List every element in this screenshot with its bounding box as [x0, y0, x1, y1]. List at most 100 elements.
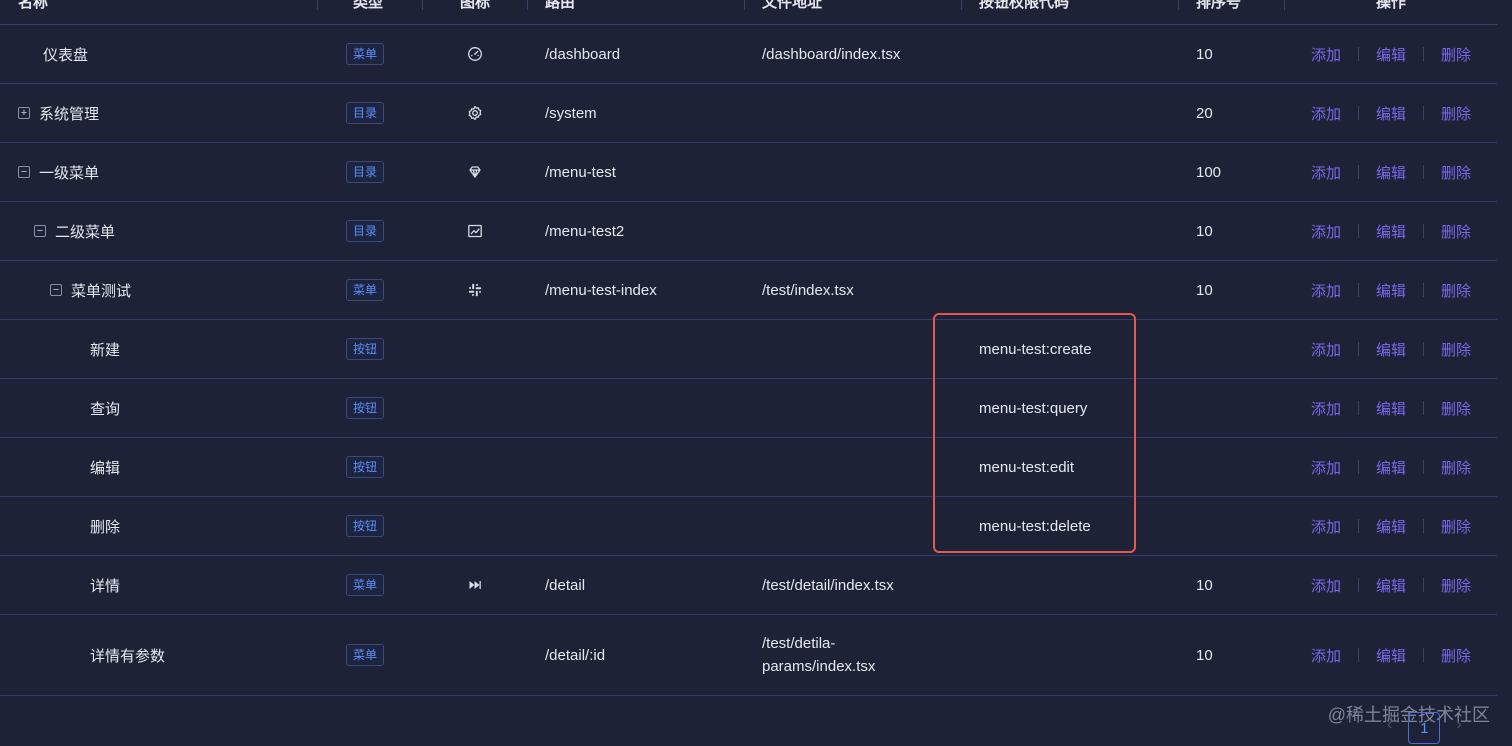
- file-cell: [762, 320, 962, 378]
- type-tag: 目录: [346, 161, 385, 183]
- permission-cell: menu-test:edit: [979, 458, 1075, 476]
- add-button[interactable]: 添加: [1311, 398, 1341, 419]
- col-route-header: 路由: [545, 0, 576, 11]
- edit-button[interactable]: 编辑: [1376, 457, 1406, 478]
- add-button[interactable]: 添加: [1311, 516, 1341, 537]
- action-divider: [1423, 342, 1425, 356]
- table-row: 仪表盘 菜单 /dashboard /dashboard/index.tsx 1…: [0, 25, 1497, 84]
- name-cell: − 一级菜单: [0, 143, 338, 201]
- delete-button[interactable]: 删除: [1441, 221, 1471, 242]
- delete-button[interactable]: 删除: [1441, 44, 1471, 65]
- type-cell: 目录: [346, 202, 385, 260]
- table-row: − 菜单测试 菜单 /menu-test-index /test/index.ts…: [0, 261, 1497, 320]
- file-path: /test/detila-: [762, 635, 836, 652]
- add-button[interactable]: 添加: [1311, 44, 1341, 65]
- icon-cell: [466, 261, 484, 319]
- delete-button[interactable]: 删除: [1441, 516, 1471, 537]
- delete-button[interactable]: 删除: [1441, 398, 1471, 419]
- action-divider: [1358, 106, 1360, 120]
- type-cell: 按钮: [346, 379, 385, 437]
- next-page-button[interactable]: ›: [1456, 716, 1461, 734]
- edit-button[interactable]: 编辑: [1376, 575, 1406, 596]
- table-row: − 一级菜单 目录 /menu-test 100 添加 编辑 删除: [0, 143, 1497, 202]
- delete-button[interactable]: 删除: [1441, 280, 1471, 301]
- edit-button[interactable]: 编辑: [1376, 398, 1406, 419]
- dashboard-icon: [467, 46, 483, 62]
- name-cell: + 系统管理: [0, 84, 338, 142]
- page-number-current[interactable]: 1: [1408, 712, 1441, 744]
- expand-icon[interactable]: +: [18, 107, 30, 119]
- table-row: 详情 菜单 /detail /test/detail/index.tsx 10 …: [0, 556, 1497, 615]
- order-cell: 10: [1196, 576, 1213, 594]
- type-tag: 按钮: [346, 515, 385, 537]
- edit-button[interactable]: 编辑: [1376, 162, 1406, 183]
- table-row: 查询 按钮 menu-test:query 添加 编辑 删除: [0, 379, 1497, 438]
- menu-name: 详情有参数: [90, 647, 166, 665]
- add-button[interactable]: 添加: [1311, 339, 1341, 360]
- add-button[interactable]: 添加: [1311, 280, 1341, 301]
- page: 名称 类型 图标 路由 文件地址 按钮权限代码 排序号 操作 仪表盘 菜单 /d…: [0, 0, 1512, 746]
- col-sep: [1178, 0, 1179, 10]
- edit-button[interactable]: 编辑: [1376, 280, 1406, 301]
- action-divider: [1423, 401, 1425, 415]
- route-cell: /system: [545, 104, 597, 122]
- action-divider: [1423, 519, 1425, 533]
- file-cell: /test/detila-params/index.tsx: [762, 615, 962, 695]
- action-divider: [1423, 106, 1425, 120]
- edit-button[interactable]: 编辑: [1376, 103, 1406, 124]
- actions-cell: 添加 编辑 删除: [1311, 84, 1471, 142]
- icon-cell: [466, 320, 484, 378]
- delete-button[interactable]: 删除: [1441, 339, 1471, 360]
- edit-button[interactable]: 编辑: [1376, 339, 1406, 360]
- icon-cell: [466, 379, 484, 437]
- file-cell: [762, 438, 962, 496]
- actions-cell: 添加 编辑 删除: [1311, 556, 1471, 614]
- menu-name: 新建: [90, 341, 121, 359]
- route-cell: /menu-test-index: [545, 281, 657, 299]
- add-button[interactable]: 添加: [1311, 575, 1341, 596]
- permission-cell: menu-test:delete: [979, 517, 1091, 535]
- table-row: − 二级菜单 目录 /menu-test2 10 添加 编辑 删除: [0, 202, 1497, 261]
- delete-button[interactable]: 删除: [1441, 575, 1471, 596]
- edit-button[interactable]: 编辑: [1376, 221, 1406, 242]
- permission-cell: menu-test:create: [979, 340, 1092, 358]
- add-button[interactable]: 添加: [1311, 221, 1341, 242]
- add-button[interactable]: 添加: [1311, 162, 1341, 183]
- table-row: 删除 按钮 menu-test:delete 添加 编辑 删除: [0, 497, 1497, 556]
- menu-name: 系统管理: [39, 105, 100, 123]
- action-divider: [1423, 460, 1425, 474]
- type-tag: 目录: [346, 102, 385, 124]
- action-divider: [1423, 224, 1425, 238]
- file-cell: [762, 379, 962, 437]
- add-button[interactable]: 添加: [1311, 457, 1341, 478]
- edit-button[interactable]: 编辑: [1376, 516, 1406, 537]
- slack-icon: [467, 282, 483, 298]
- order-cell: 10: [1196, 222, 1213, 240]
- add-button[interactable]: 添加: [1311, 645, 1341, 666]
- delete-button[interactable]: 删除: [1441, 162, 1471, 183]
- delete-button[interactable]: 删除: [1441, 457, 1471, 478]
- order-cell: 10: [1196, 281, 1213, 299]
- edit-button[interactable]: 编辑: [1376, 645, 1406, 666]
- action-divider: [1423, 578, 1425, 592]
- permission-cell: menu-test:query: [979, 399, 1088, 417]
- col-file-header: 文件地址: [762, 0, 823, 11]
- prev-page-button[interactable]: ‹: [1387, 716, 1392, 734]
- menu-name: 一级菜单: [39, 164, 100, 182]
- collapse-icon[interactable]: −: [34, 225, 46, 237]
- delete-button[interactable]: 删除: [1441, 645, 1471, 666]
- edit-button[interactable]: 编辑: [1376, 44, 1406, 65]
- col-sep: [961, 0, 962, 10]
- delete-button[interactable]: 删除: [1441, 103, 1471, 124]
- menu-name: 详情: [90, 577, 121, 595]
- order-cell: 20: [1196, 104, 1213, 122]
- file-cell: [762, 497, 962, 555]
- gem-icon: [467, 164, 483, 180]
- name-cell: − 二级菜单: [0, 202, 354, 260]
- collapse-icon[interactable]: −: [18, 166, 30, 178]
- actions-cell: 添加 编辑 删除: [1311, 320, 1471, 378]
- collapse-icon[interactable]: −: [50, 284, 62, 296]
- type-tag: 按钮: [346, 397, 385, 419]
- action-divider: [1358, 578, 1360, 592]
- add-button[interactable]: 添加: [1311, 103, 1341, 124]
